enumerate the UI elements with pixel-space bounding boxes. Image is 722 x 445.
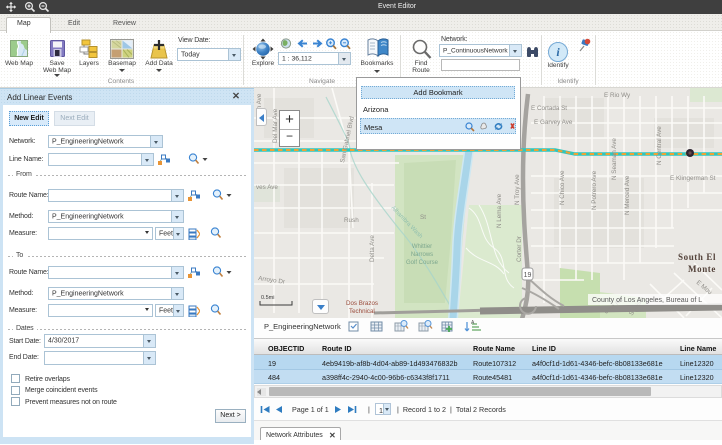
svg-text:E Rio Wy: E Rio Wy <box>604 92 631 99</box>
svg-text:N Seaman Ave: N Seaman Ave <box>611 138 618 180</box>
svg-text:Monte: Monte <box>688 264 716 274</box>
svg-text:E Cortada St: E Cortada St <box>531 105 567 112</box>
svg-text:Delta Ave: Delta Ave <box>369 235 376 262</box>
svg-text:South El: South El <box>678 252 716 262</box>
svg-text:A: A <box>471 320 475 326</box>
svg-text:N Lema Ave: N Lema Ave <box>496 193 503 228</box>
svg-text:Del Mar Ave: Del Mar Ave <box>272 108 279 143</box>
svg-text:Technical: Technical <box>349 308 375 315</box>
svg-text:E Klingerman St: E Klingerman St <box>670 175 716 182</box>
svg-text:Golf Course: Golf Course <box>406 260 439 266</box>
svg-text:Rush: Rush <box>344 217 359 224</box>
svg-text:N Troy Ave: N Troy Ave <box>514 174 521 205</box>
svg-text:County of Los Angeles, Bureau: County of Los Angeles, Bureau of L <box>592 297 702 304</box>
svg-text:N Merced Ave: N Merced Ave <box>624 175 631 215</box>
svg-text:E Garvey Ave: E Garvey Ave <box>534 119 573 126</box>
svg-text:Dos Brazos: Dos Brazos <box>346 300 378 307</box>
svg-text:Narrows: Narrows <box>411 252 433 258</box>
svg-text:N Potrero Ave: N Potrero Ave <box>591 170 598 210</box>
svg-text:St: St <box>420 214 426 221</box>
svg-text:0.5mi: 0.5mi <box>261 295 274 301</box>
svg-text:N Central Ave: N Central Ave <box>656 126 663 165</box>
svg-text:N Chico Ave: N Chico Ave <box>559 170 566 205</box>
svg-text:Corter Dr: Corter Dr <box>516 236 523 262</box>
svg-text:ves Ave: ves Ave <box>256 184 278 191</box>
svg-text:19: 19 <box>524 272 532 279</box>
svg-text:Whittier: Whittier <box>412 244 432 250</box>
